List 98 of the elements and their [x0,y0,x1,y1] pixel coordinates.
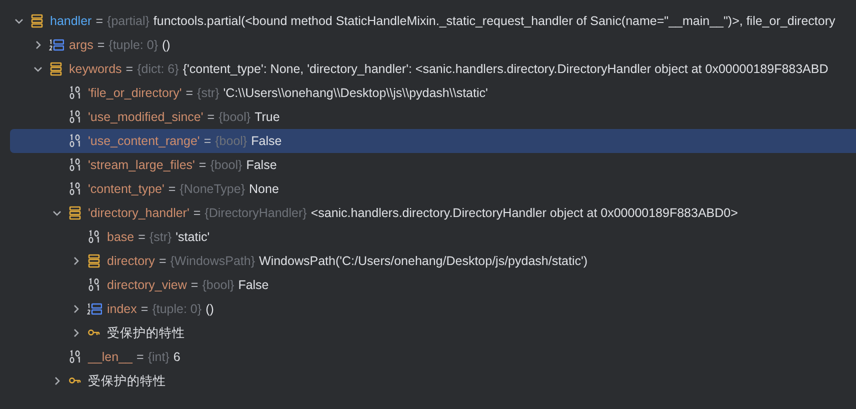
tree-row[interactable]: 'directory_handler' = {DirectoryHandler} <sanic.handlers.directory.DirectoryHandler object at 0x00000189F883ABD0> [10,201,856,225]
type-label: {str} [197,86,220,100]
variable-name: 'use_modified_since' [88,110,204,124]
tree-row[interactable]: keywords = {dict: 6} {'content_type': None, 'directory_handler': <sanic.handlers.directory.DirectoryHandler object at 0x00000189F883ABD [10,57,856,81]
binary-icon [68,350,82,364]
tree-row[interactable]: 'use_content_range' = {bool} False [10,129,856,153]
variable-name: base [107,230,134,244]
chevron-right-icon[interactable] [52,376,62,386]
stack-icon [31,14,43,28]
variable-name: directory [107,254,155,268]
variable-value: () [162,38,170,52]
variable-value: <sanic.handlers.directory.DirectoryHandler object at 0x00000189F883ABD0> [310,206,738,220]
binary-icon [87,278,101,292]
tree-row[interactable]: directory_view = {bool} False [10,273,856,297]
variable-name: 'stream_large_files' [88,158,195,172]
type-label: {str} [149,230,172,244]
type-label: {bool} [202,278,234,292]
tree-row[interactable]: 受保护的特性 [10,369,856,393]
variable-value: () [206,302,214,316]
equals-sign: = [138,230,146,244]
variable-name: 'content_type' [88,182,164,196]
group-label: 受保护的特性 [88,372,166,390]
group-label: 受保护的特性 [107,324,185,342]
list-icon [48,39,64,51]
variable-name: 'directory_handler' [88,206,190,220]
type-label: {DirectoryHandler} [204,206,307,220]
equals-sign: = [97,38,105,52]
type-label: {bool} [218,110,251,124]
binary-icon [87,230,101,244]
binary-icon [68,134,82,148]
variable-value: True [254,110,280,124]
variable-name: keywords [69,62,122,76]
variable-value: WindowsPath('C:/Users/onehang/Desktop/js/pydash/static') [259,254,588,268]
tree-row[interactable]: 'file_or_directory' = {str} 'C:\\Users\\onehang\\Desktop\\js\\pydash\\static' [10,81,856,105]
tree-row[interactable]: handler = {partial} functools.partial(<bound method StaticHandleMixin._static_request_handler of Sanic(name="__main__")>, file_or_directory [10,9,856,33]
variable-value: False [251,134,282,148]
variable-value: {'content_type': None, 'directory_handler': <sanic.handlers.directory.DirectoryHandler object at 0x00000189F883ABD [182,62,828,76]
chevron-right-icon[interactable] [71,328,81,338]
stack-icon [50,62,62,76]
variable-value: None [249,182,279,196]
type-label: {tuple: 0} [152,302,202,316]
equals-sign: = [207,110,215,124]
variable-value: 'static' [176,230,210,244]
variable-name: 'use_content_range' [88,134,200,148]
binary-icon [68,86,82,100]
equals-sign: = [204,134,212,148]
type-label: {dict: 6} [137,62,179,76]
tree-row[interactable]: 'content_type' = {NoneType} None [10,177,856,201]
tree-row[interactable]: __len__ = {int} 6 [10,345,856,369]
equals-sign: = [198,158,206,172]
variable-name: __len__ [88,350,132,364]
chevron-right-icon[interactable] [71,256,81,266]
type-label: {tuple: 0} [108,38,158,52]
type-label: {bool} [215,134,248,148]
chevron-right-icon[interactable] [33,40,43,50]
chevron-right-icon[interactable] [71,304,81,314]
binary-icon [68,158,82,172]
stack-icon [69,206,81,220]
tree-row[interactable]: index = {tuple: 0} () [10,297,856,321]
chevron-down-icon[interactable] [52,208,62,218]
equals-sign: = [96,14,104,28]
tree-row[interactable]: directory = {WindowsPath} WindowsPath('C:/Users/onehang/Desktop/js/pydash/static') [10,249,856,273]
tree-row[interactable]: 'use_modified_since' = {bool} True [10,105,856,129]
variable-name: index [107,302,137,316]
key-icon [88,329,100,337]
variable-name: 'file_or_directory' [88,86,182,100]
equals-sign: = [193,206,201,220]
list-icon [86,303,102,315]
type-label: {int} [148,350,170,364]
variable-value: False [246,158,277,172]
key-icon [69,377,81,385]
variable-value: 6 [173,350,180,364]
variable-name: handler [50,14,92,28]
variable-value: functools.partial(<bound method StaticHandleMixin._static_request_handler of Sanic(name="__main__")>, file_or_directory [153,14,836,28]
stack-icon [88,254,100,268]
equals-sign: = [186,86,194,100]
chevron-down-icon[interactable] [14,16,24,26]
tree-row[interactable]: 受保护的特性 [10,321,856,345]
binary-icon [68,110,82,124]
equals-sign: = [168,182,176,196]
variable-value: False [238,278,269,292]
type-label: {NoneType} [180,182,246,196]
tree-row[interactable]: args = {tuple: 0} () [10,33,856,57]
chevron-down-icon[interactable] [33,64,43,74]
tree-row[interactable]: 'stream_large_files' = {bool} False [10,153,856,177]
equals-sign: = [126,62,134,76]
variable-value: 'C:\\Users\\onehang\\Desktop\\js\\pydash\\static' [223,86,488,100]
equals-sign: = [136,350,144,364]
type-label: {bool} [210,158,242,172]
equals-sign: = [140,302,148,316]
type-label: {WindowsPath} [170,254,256,268]
type-label: {partial} [107,14,150,28]
equals-sign: = [158,254,166,268]
binary-icon [68,182,82,196]
tree-row[interactable]: base = {str} 'static' [10,225,856,249]
variable-name: directory_view [107,278,187,292]
equals-sign: = [190,278,198,292]
variable-name: args [69,38,94,52]
